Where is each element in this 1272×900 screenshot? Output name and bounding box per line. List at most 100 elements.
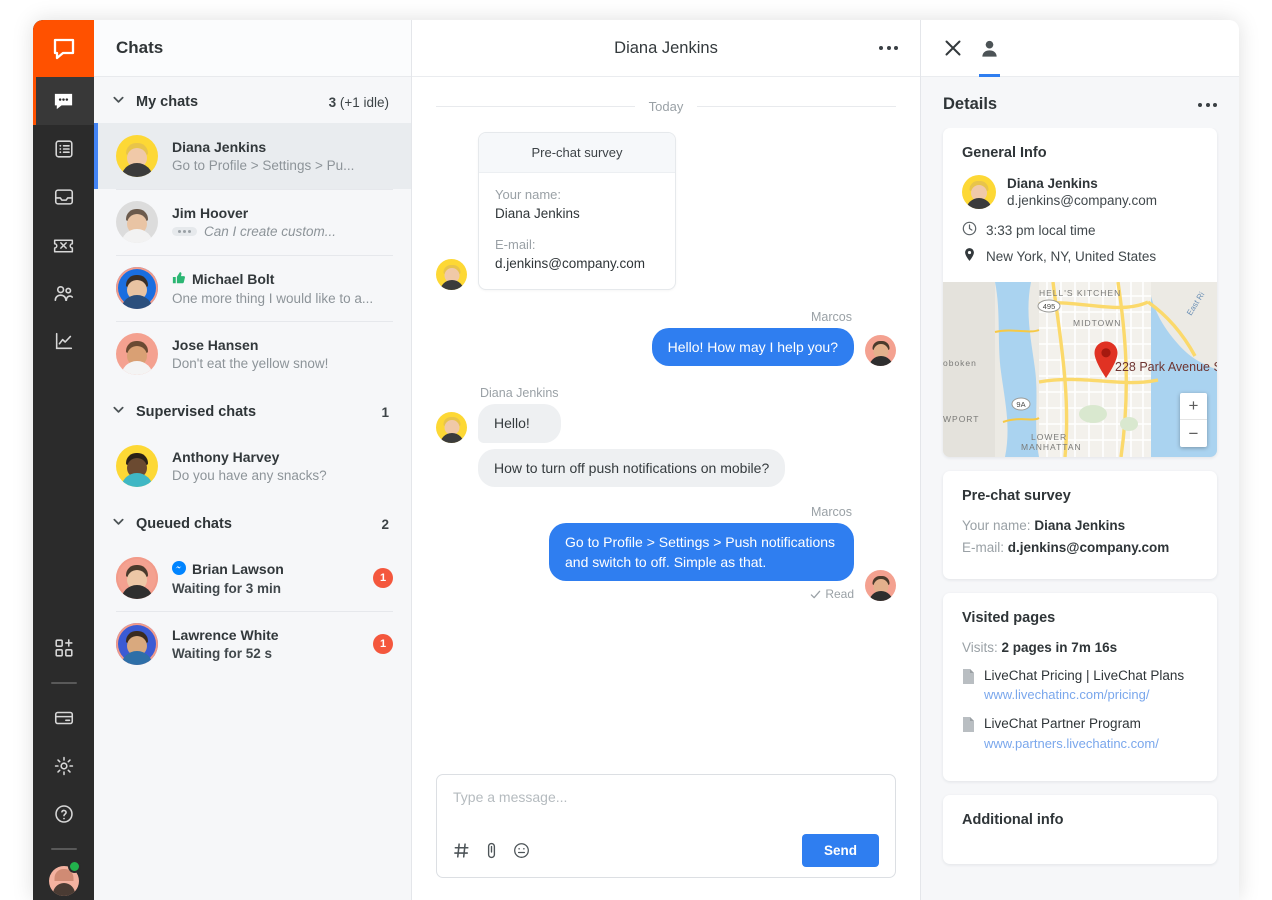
thumbs-up-icon: [172, 271, 186, 288]
livechat-logo-icon[interactable]: [33, 20, 94, 77]
rail-item-tickets[interactable]: [33, 221, 94, 269]
customer-email: d.jenkins@company.com: [1007, 193, 1158, 208]
customer-location-map[interactable]: HELL'S KITCHEN MIDTOWN oboken WPORT LOWE…: [943, 282, 1217, 457]
chat-list-item[interactable]: Anthony Harvey Do you have any snacks?: [94, 433, 411, 499]
message-composer-area: Type a message... Send: [412, 762, 920, 900]
chat-item-name: Lawrence White: [172, 627, 365, 643]
message-sender: Marcos: [811, 504, 852, 519]
send-button[interactable]: Send: [801, 834, 879, 867]
chat-item-name-text: Jose Hansen: [172, 337, 259, 353]
facebook-messenger-icon: [172, 560, 186, 578]
local-time-label: 3:33 pm local time: [986, 222, 1096, 238]
chat-list-item[interactable]: Michael Bolt One more thing I would like …: [94, 255, 411, 321]
customer-name: Diana Jenkins: [1007, 176, 1098, 191]
page-document-icon: [962, 717, 975, 752]
chevron-down-icon[interactable]: [112, 93, 130, 111]
avatar: [116, 201, 158, 243]
chat-group-header-supervised-chats[interactable]: Supervised chats 1: [94, 387, 411, 433]
chat-item-name-text: Jim Hoover: [172, 205, 249, 221]
inbox-tray-icon: [53, 186, 75, 208]
attachment-clip-icon[interactable]: [483, 842, 500, 859]
chevron-down-icon[interactable]: [112, 403, 130, 421]
chat-list-item[interactable]: Diana Jenkins Go to Profile > Settings > …: [94, 123, 411, 189]
map-address-label: 228 Park Avenue South: [1115, 360, 1217, 374]
rail-item-archives[interactable]: [33, 125, 94, 173]
page-url-link[interactable]: www.partners.livechatinc.com/: [984, 735, 1159, 753]
list-divider: [116, 321, 393, 322]
gear-icon: [53, 755, 75, 777]
rail-item-tickets-inbox[interactable]: [33, 173, 94, 221]
message-row: Diana Jenkins Hello!: [436, 386, 896, 443]
chat-item-preview-text: One more thing I would like to a...: [172, 290, 374, 306]
rail-item-team[interactable]: [33, 269, 94, 317]
more-options-icon[interactable]: [879, 46, 898, 50]
map-zoom-controls[interactable]: + −: [1180, 393, 1207, 447]
list-divider: [116, 255, 393, 256]
team-icon: [52, 282, 75, 305]
billing-card-icon: [53, 707, 75, 729]
chat-list-item[interactable]: Jim Hoover Can I create custom...: [94, 189, 411, 255]
chat-item-name: Jose Hansen: [172, 337, 393, 353]
reports-chart-icon: [53, 330, 75, 352]
survey-row-value: d.jenkins@company.com: [1007, 540, 1170, 555]
chevron-down-icon[interactable]: [112, 515, 130, 533]
conversation-panel: Diana Jenkins Today Pre-chat survey Your…: [412, 20, 921, 900]
chat-list-panel: Chats My chats 3 (+1 idle) Diana Jenkins Go…: [94, 20, 412, 900]
message-sender: Diana Jenkins: [480, 386, 559, 401]
message-row-survey: Pre-chat survey Your name: Diana Jenkins…: [436, 132, 896, 290]
survey-card-title: Pre-chat survey: [479, 133, 675, 173]
avatar: [436, 411, 467, 443]
avatar: [116, 557, 158, 599]
details-tabs: [921, 20, 1239, 77]
rail-item-help[interactable]: [33, 790, 94, 838]
svg-text:HELL'S KITCHEN: HELL'S KITCHEN: [1039, 288, 1121, 298]
visits-value: 2 pages in 7m 16s: [1001, 640, 1118, 655]
unread-badge: 1: [373, 568, 393, 588]
map-zoom-in-button[interactable]: +: [1180, 393, 1207, 420]
chat-item-preview: Can I create custom...: [172, 224, 393, 239]
chat-item-name: Anthony Harvey: [172, 449, 393, 465]
chat-item-preview-text: Don't eat the yellow snow!: [172, 356, 329, 371]
rail-divider-bottom: [50, 848, 77, 850]
emoji-smiley-icon[interactable]: [513, 842, 530, 859]
list-item[interactable]: LiveChat Partner Program www.partners.li…: [962, 715, 1198, 752]
rail-item-billing[interactable]: [33, 694, 94, 742]
details-header: Details: [921, 77, 1239, 128]
message-status: Read: [810, 587, 854, 601]
customer-profile-icon[interactable]: [979, 20, 1000, 77]
message-status-label: Read: [825, 587, 854, 602]
svg-text:WPORT: WPORT: [943, 414, 979, 424]
rail-item-settings[interactable]: [33, 742, 94, 790]
details-content[interactable]: General Info Diana Jenkins d.jenkins@com…: [921, 128, 1239, 900]
message-composer[interactable]: Type a message... Send: [436, 774, 896, 878]
avatar: [116, 445, 158, 487]
rail-item-chats[interactable]: [33, 77, 94, 125]
rail-item-reports[interactable]: [33, 317, 94, 365]
page-url-link[interactable]: www.livechatinc.com/pricing/: [984, 686, 1184, 704]
list-item[interactable]: LiveChat Pricing | LiveChat Plans www.li…: [962, 667, 1198, 704]
chat-item-name-text: Anthony Harvey: [172, 449, 280, 465]
chat-group-header-queued-chats[interactable]: Queued chats 2: [94, 499, 411, 545]
agent-status-indicator[interactable]: [68, 860, 81, 873]
rail-item-apps[interactable]: [33, 624, 94, 672]
close-icon[interactable]: [943, 20, 963, 77]
canned-response-hash-icon[interactable]: [453, 842, 470, 859]
avatar: [116, 135, 158, 177]
more-options-icon[interactable]: [1198, 102, 1217, 107]
additional-info-title: Additional info: [962, 811, 1064, 828]
chat-list-title: Chats: [116, 38, 164, 57]
chat-item-name-text: Lawrence White: [172, 627, 279, 643]
list-divider: [116, 611, 393, 612]
chat-list-item[interactable]: Jose Hansen Don't eat the yellow snow!: [94, 321, 411, 387]
chat-item-preview-text: Waiting for 3 min: [172, 580, 281, 596]
message-row: Marcos Go to Profile > Settings > Push n…: [436, 505, 896, 602]
chat-list-item[interactable]: Lawrence White Waiting for 52 s 1: [94, 611, 411, 677]
chat-item-preview: One more thing I would like to a...: [172, 291, 393, 306]
message-thread: Today Pre-chat survey Your name: Diana J…: [412, 77, 920, 762]
map-zoom-out-button[interactable]: −: [1180, 420, 1207, 447]
chat-list-item[interactable]: Brian Lawson Waiting for 3 min 1: [94, 545, 411, 611]
chat-group-header-my-chats[interactable]: My chats 3 (+1 idle): [94, 77, 411, 123]
chat-list-body[interactable]: My chats 3 (+1 idle) Diana Jenkins Go to Pr…: [94, 77, 411, 900]
ticket-icon: [52, 234, 75, 257]
message-input-placeholder[interactable]: Type a message...: [453, 789, 879, 834]
